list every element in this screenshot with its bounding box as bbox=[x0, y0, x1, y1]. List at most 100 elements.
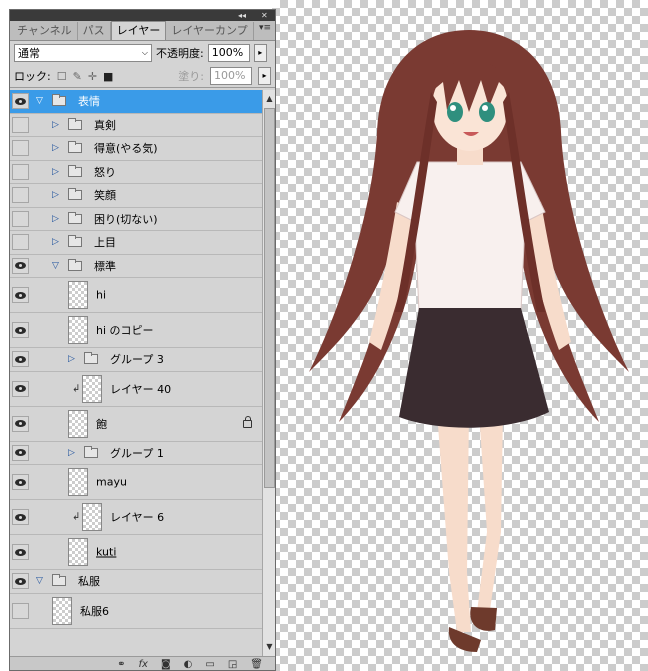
visibility-toggle[interactable] bbox=[12, 234, 29, 251]
layer-group-row[interactable]: ▽ 標準 bbox=[10, 254, 262, 278]
visibility-toggle[interactable] bbox=[12, 474, 29, 490]
visibility-toggle[interactable] bbox=[12, 351, 29, 368]
layer-name: 笑顔 bbox=[94, 189, 116, 203]
expand-right-icon[interactable]: ▷ bbox=[68, 448, 75, 458]
tab-layer-comps[interactable]: レイヤーカンプ bbox=[166, 22, 254, 40]
layer-list: ▽ 表情 ▷ 真剣 ▷ 得意(やる気) ▷ 怒り ▷ 笑顔 ▷ 困り(切ない) ▷ 上目 ▽ 標準 hi hi の… bbox=[10, 90, 262, 656]
expand-down-icon[interactable]: ▽ bbox=[52, 261, 59, 271]
layer-name: 私服 bbox=[78, 575, 100, 589]
layer-group-row[interactable]: ▽ 表情 bbox=[10, 90, 262, 114]
layer-row[interactable]: mayu bbox=[10, 465, 262, 500]
blend-mode-value: 通常 bbox=[18, 47, 40, 60]
layer-name: 得意(やる気) bbox=[94, 142, 158, 156]
layer-group-row[interactable]: ▷ 笑顔 bbox=[10, 184, 262, 208]
visibility-toggle[interactable] bbox=[12, 210, 29, 227]
visibility-toggle[interactable] bbox=[12, 187, 29, 204]
tab-layers[interactable]: レイヤー bbox=[110, 21, 167, 40]
panel-tabs: チャンネル パス レイヤー レイヤーカンプ ▾≡ bbox=[10, 21, 275, 41]
expand-right-icon[interactable]: ▷ bbox=[52, 237, 59, 247]
opacity-stepper-icon[interactable]: ▸ bbox=[253, 44, 267, 62]
fill-stepper-icon[interactable]: ▸ bbox=[258, 67, 271, 85]
expand-right-icon[interactable]: ▷ bbox=[52, 167, 59, 177]
blend-row: 通常 ⌵ 不透明度: 100% ▸ bbox=[10, 41, 275, 65]
layer-group-row[interactable]: ▷ 真剣 bbox=[10, 113, 262, 137]
scroll-thumb[interactable] bbox=[264, 108, 275, 488]
panel-menu-icon[interactable]: ▾≡ bbox=[259, 23, 271, 33]
visibility-toggle[interactable] bbox=[12, 444, 29, 461]
blend-mode-select[interactable]: 通常 ⌵ bbox=[14, 44, 152, 62]
layer-group-row[interactable]: ▽ 私服 bbox=[10, 570, 262, 594]
layer-group-row[interactable]: ▷ 上目 bbox=[10, 231, 262, 255]
tab-paths[interactable]: パス bbox=[78, 22, 111, 40]
visibility-toggle[interactable] bbox=[12, 544, 29, 560]
expand-right-icon[interactable]: ▷ bbox=[52, 120, 59, 130]
eye-icon bbox=[15, 513, 26, 521]
layer-name: グループ 1 bbox=[110, 446, 164, 460]
layer-row[interactable]: ↲ レイヤー 6 bbox=[10, 500, 262, 535]
visibility-toggle[interactable] bbox=[12, 380, 29, 397]
visibility-toggle[interactable] bbox=[12, 116, 29, 133]
scroll-down-icon[interactable]: ▼ bbox=[263, 640, 275, 654]
fill-input[interactable]: 100% bbox=[210, 67, 252, 85]
trash-icon[interactable]: 🗑 bbox=[250, 659, 263, 670]
expand-right-icon[interactable]: ▷ bbox=[52, 190, 59, 200]
layer-thumbnail bbox=[68, 468, 88, 496]
layer-row[interactable]: 飽 bbox=[10, 406, 262, 442]
visibility-toggle[interactable] bbox=[12, 602, 29, 619]
layer-thumbnail bbox=[68, 316, 88, 344]
visibility-toggle[interactable] bbox=[12, 322, 29, 338]
layer-row[interactable]: kuti bbox=[10, 535, 262, 570]
layer-row[interactable]: ↲ レイヤー 40 bbox=[10, 371, 262, 407]
layer-group-row[interactable]: ▷ 怒り bbox=[10, 160, 262, 184]
layer-thumbnail bbox=[82, 374, 102, 403]
layer-list-scrollbar[interactable]: ▲ ▼ bbox=[262, 90, 275, 656]
expand-right-icon[interactable]: ▷ bbox=[52, 143, 59, 153]
visibility-toggle[interactable] bbox=[12, 415, 29, 432]
clipping-icon: ↲ bbox=[72, 383, 81, 394]
visibility-toggle[interactable] bbox=[12, 163, 29, 180]
lock-transparent-icon[interactable]: ☐ bbox=[57, 70, 67, 83]
lock-paint-icon[interactable]: ✎ bbox=[73, 70, 82, 83]
layer-group-row[interactable]: ▷ 得意(やる気) bbox=[10, 137, 262, 161]
lock-move-icon[interactable]: ✛ bbox=[88, 70, 97, 83]
link-icon[interactable]: ⚭ bbox=[117, 659, 125, 670]
visibility-toggle[interactable] bbox=[12, 573, 29, 590]
layer-group-row[interactable]: ▷ グループ 3 bbox=[10, 348, 262, 372]
mask-icon[interactable]: ◙ bbox=[161, 659, 171, 670]
visibility-toggle[interactable] bbox=[12, 509, 29, 525]
layer-name: グループ 3 bbox=[110, 353, 164, 367]
layer-name: hi bbox=[96, 288, 107, 302]
scroll-up-icon[interactable]: ▲ bbox=[263, 92, 275, 106]
layer-group-row[interactable]: ▷ グループ 1 bbox=[10, 441, 262, 465]
layer-row[interactable]: hi bbox=[10, 278, 262, 313]
collapse-icon[interactable]: ◂◂ bbox=[238, 10, 246, 21]
visibility-toggle[interactable] bbox=[12, 93, 29, 110]
layer-name: mayu bbox=[96, 475, 127, 489]
layer-group-row[interactable]: ▷ 困り(切ない) bbox=[10, 207, 262, 231]
layer-row[interactable]: hi のコピー bbox=[10, 313, 262, 348]
expand-down-icon[interactable]: ▽ bbox=[36, 576, 43, 586]
visibility-toggle[interactable] bbox=[12, 140, 29, 157]
visibility-toggle[interactable] bbox=[12, 287, 29, 303]
new-group-icon[interactable]: ▭ bbox=[205, 659, 214, 670]
new-layer-icon[interactable]: ◲ bbox=[228, 659, 237, 670]
tab-channels[interactable]: チャンネル bbox=[12, 22, 78, 40]
lock-all-icon[interactable]: ■ bbox=[103, 70, 113, 83]
expand-right-icon[interactable]: ▷ bbox=[68, 354, 75, 364]
opacity-input[interactable]: 100% bbox=[207, 44, 250, 62]
eye-icon bbox=[15, 478, 26, 486]
lock-row: ロック: ☐ ✎ ✛ ■ 塗り: 100% ▸ bbox=[10, 65, 275, 88]
folder-icon bbox=[68, 141, 82, 154]
fx-icon[interactable]: fx bbox=[139, 659, 148, 670]
eye-icon bbox=[15, 355, 26, 363]
layer-row[interactable]: 私服6 bbox=[10, 593, 262, 629]
folder-icon bbox=[68, 258, 82, 271]
anime-girl-illustration bbox=[309, 30, 629, 652]
expand-right-icon[interactable]: ▷ bbox=[52, 214, 59, 224]
visibility-toggle[interactable] bbox=[12, 257, 29, 274]
layer-name: 上目 bbox=[94, 236, 116, 250]
close-icon[interactable]: ✕ bbox=[261, 10, 268, 21]
folder-icon bbox=[52, 574, 66, 587]
adjustment-icon[interactable]: ◐ bbox=[184, 659, 193, 670]
expand-down-icon[interactable]: ▽ bbox=[36, 96, 43, 106]
